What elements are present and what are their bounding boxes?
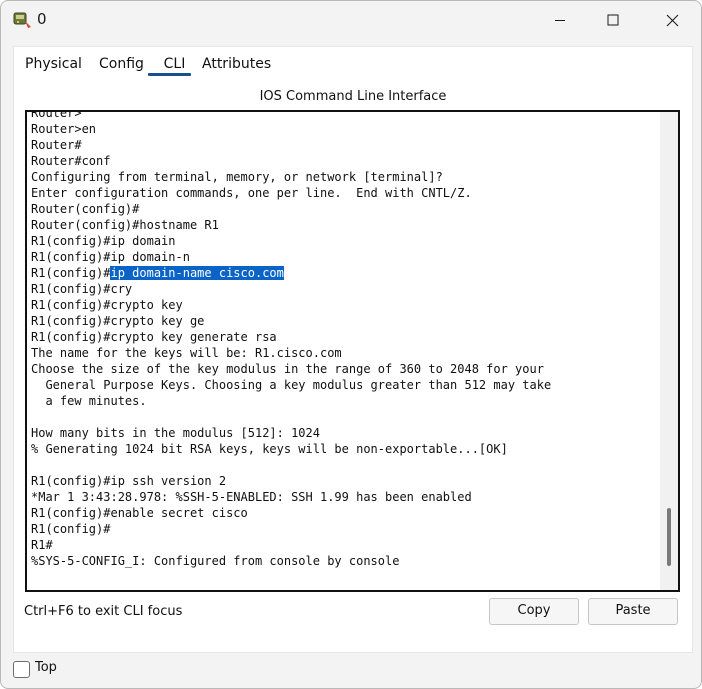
maximize-button[interactable] bbox=[590, 1, 636, 39]
terminal-line: Router# bbox=[31, 138, 82, 152]
terminal-line: R1(config)#ip domain-n bbox=[31, 250, 190, 264]
panel-title: IOS Command Line Interface bbox=[259, 89, 447, 104]
terminal-line: R1(config)# bbox=[31, 522, 111, 536]
paste-button[interactable]: Paste bbox=[588, 598, 678, 625]
scrollbar-thumb[interactable] bbox=[667, 508, 671, 566]
tab-config[interactable]: Config bbox=[99, 56, 144, 72]
terminal-line: R1(config)#ip ssh version 2 bbox=[31, 474, 227, 488]
terminal-line: R1(config)#enable secret cisco bbox=[31, 506, 248, 520]
terminal-line: %SYS-5-CONFIG_I: Configured from console… bbox=[31, 554, 400, 568]
maximize-icon bbox=[607, 14, 619, 26]
minimize-button[interactable] bbox=[537, 1, 583, 39]
terminal-output[interactable]: Router> Router>en Router# Router#conf Config… bbox=[31, 110, 552, 569]
terminal-line: Enter configuration commands, one per li… bbox=[31, 186, 472, 200]
terminal-line: Choose the size of the key modulus in th… bbox=[31, 362, 544, 376]
tab-physical[interactable]: Physical bbox=[25, 56, 82, 72]
tab-cli[interactable]: CLI bbox=[159, 56, 190, 72]
cli-terminal[interactable]: Router> Router>en Router# Router#conf Config… bbox=[25, 110, 680, 592]
terminal-scrollbar[interactable] bbox=[660, 112, 678, 590]
terminal-line: a few minutes. bbox=[31, 394, 147, 408]
close-button[interactable] bbox=[649, 1, 695, 39]
terminal-line: R1(config)#cry bbox=[31, 282, 133, 296]
terminal-line: R1(config)#crypto key generate rsa bbox=[31, 330, 277, 344]
terminal-line: Router(config)# bbox=[31, 202, 140, 216]
terminal-line: R1(config)#ip domain-name cisco.com bbox=[31, 265, 551, 281]
terminal-line: General Purpose Keys. Choosing a key mod… bbox=[31, 378, 552, 392]
top-checkbox[interactable] bbox=[13, 661, 30, 678]
terminal-line: How many bits in the modulus [512]: 1024 bbox=[31, 426, 320, 440]
terminal-line: *Mar 1 3:43:28.978: %SSH-5-ENABLED: SSH … bbox=[31, 490, 472, 504]
terminal-prompt: R1(config)# bbox=[31, 266, 111, 280]
terminal-line: R1(config)#crypto key bbox=[31, 298, 183, 312]
terminal-line: The name for the keys will be: R1.cisco.… bbox=[31, 346, 342, 360]
device-panel: Physical Config CLI Attributes IOS Comma… bbox=[13, 46, 693, 653]
terminal-line: Configuring from terminal, memory, or ne… bbox=[31, 170, 443, 184]
tab-bar: Physical Config CLI Attributes bbox=[14, 47, 692, 77]
close-icon bbox=[666, 14, 678, 26]
copy-button[interactable]: Copy bbox=[489, 598, 579, 625]
minimize-icon bbox=[555, 20, 565, 21]
cli-focus-hint: Ctrl+F6 to exit CLI focus bbox=[24, 604, 183, 619]
terminal-line: R1# bbox=[31, 538, 53, 552]
window-title: 0 bbox=[37, 10, 47, 28]
tab-attributes[interactable]: Attributes bbox=[202, 56, 271, 72]
app-window: 0 Physical Config CLI Attributes IOS Com… bbox=[0, 0, 702, 689]
top-checkbox-label: Top bbox=[35, 660, 57, 675]
terminal-line: Router>en bbox=[31, 122, 97, 136]
terminal-line: Router#conf bbox=[31, 154, 111, 168]
title-bar[interactable]: 0 bbox=[1, 1, 701, 39]
terminal-line: R1(config)#crypto key ge bbox=[31, 314, 205, 328]
terminal-line: Router(config)#hostname R1 bbox=[31, 218, 219, 232]
terminal-line: Router> bbox=[31, 110, 82, 120]
terminal-line: R1(config)#ip domain bbox=[31, 234, 176, 248]
selected-text: ip domain-name cisco.com bbox=[110, 266, 284, 280]
active-tab-indicator bbox=[148, 73, 191, 76]
router-app-icon bbox=[13, 12, 31, 28]
terminal-line: % Generating 1024 bit RSA keys, keys wil… bbox=[31, 442, 508, 456]
